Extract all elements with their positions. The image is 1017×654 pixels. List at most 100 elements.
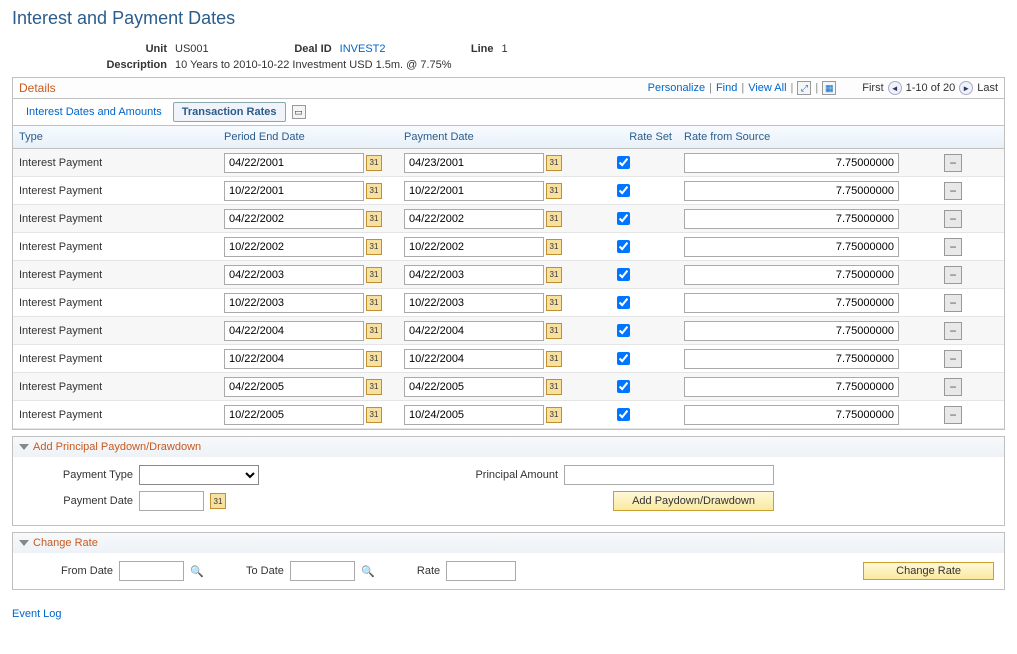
change-rate-button[interactable]: Change Rate <box>863 562 994 580</box>
payment-date-input[interactable] <box>404 265 544 285</box>
first-label[interactable]: First <box>862 82 883 94</box>
calendar-icon[interactable]: 31 <box>546 351 562 367</box>
calendar-icon[interactable]: 31 <box>546 295 562 311</box>
period-end-input[interactable] <box>224 209 364 229</box>
period-end-input[interactable] <box>224 237 364 257</box>
calendar-icon[interactable]: 31 <box>366 155 382 171</box>
rate-set-checkbox[interactable] <box>617 156 630 169</box>
rate-from-input[interactable] <box>684 377 899 397</box>
delete-row-button[interactable]: − <box>944 210 962 228</box>
event-log-link[interactable]: Event Log <box>12 608 62 620</box>
rate-from-input[interactable] <box>684 181 899 201</box>
col-rate-set[interactable]: Rate Set <box>568 126 678 148</box>
period-end-input[interactable] <box>224 181 364 201</box>
rate-from-input[interactable] <box>684 265 899 285</box>
rate-from-input[interactable] <box>684 237 899 257</box>
find-link[interactable]: Find <box>716 82 737 94</box>
delete-row-button[interactable]: − <box>944 406 962 424</box>
calendar-icon[interactable]: 31 <box>366 379 382 395</box>
delete-row-button[interactable]: − <box>944 378 962 396</box>
col-period-end[interactable]: Period End Date <box>218 126 398 148</box>
calendar-icon[interactable]: 31 <box>546 379 562 395</box>
principal-input[interactable] <box>564 465 774 485</box>
rate-set-checkbox[interactable] <box>617 296 630 309</box>
calendar-icon[interactable]: 31 <box>366 323 382 339</box>
rate-from-input[interactable] <box>684 293 899 313</box>
period-end-input[interactable] <box>224 293 364 313</box>
rate-set-checkbox[interactable] <box>617 184 630 197</box>
calendar-icon[interactable]: 31 <box>546 407 562 423</box>
calendar-icon[interactable]: 31 <box>366 351 382 367</box>
payment-date-input[interactable] <box>404 181 544 201</box>
to-date-input[interactable] <box>290 561 355 581</box>
rate-set-checkbox[interactable] <box>617 240 630 253</box>
calendar-icon[interactable]: 31 <box>366 239 382 255</box>
personalize-link[interactable]: Personalize <box>648 82 705 94</box>
deal-value[interactable]: INVEST2 <box>340 43 386 55</box>
calendar-icon[interactable]: 31 <box>546 211 562 227</box>
rate-from-input[interactable] <box>684 405 899 425</box>
payment-date-input[interactable] <box>404 293 544 313</box>
payment-date-input[interactable] <box>139 491 204 511</box>
zoom-icon[interactable]: ⤢ <box>797 81 811 95</box>
view-all-link[interactable]: View All <box>748 82 786 94</box>
calendar-icon[interactable]: 31 <box>366 183 382 199</box>
payment-type-select[interactable] <box>139 465 259 485</box>
calendar-icon[interactable]: 31 <box>366 407 382 423</box>
calendar-icon[interactable]: 31 <box>546 239 562 255</box>
delete-row-button[interactable]: − <box>944 182 962 200</box>
tab-interest-dates[interactable]: Interest Dates and Amounts <box>17 102 171 122</box>
change-rate-header[interactable]: Change Rate <box>13 533 1004 553</box>
payment-date-input[interactable] <box>404 321 544 341</box>
rate-from-input[interactable] <box>684 153 899 173</box>
rate-from-input[interactable] <box>684 321 899 341</box>
rate-set-checkbox[interactable] <box>617 324 630 337</box>
calendar-icon[interactable]: 31 <box>366 295 382 311</box>
period-end-input[interactable] <box>224 377 364 397</box>
prev-icon[interactable]: ◄ <box>888 81 902 95</box>
from-date-input[interactable] <box>119 561 184 581</box>
calendar-icon[interactable]: 31 <box>366 211 382 227</box>
col-rate-from[interactable]: Rate from Source <box>678 126 938 148</box>
calendar-icon[interactable]: 31 <box>546 155 562 171</box>
last-label[interactable]: Last <box>977 82 998 94</box>
col-payment-date[interactable]: Payment Date <box>398 126 568 148</box>
delete-row-button[interactable]: − <box>944 238 962 256</box>
payment-date-input[interactable] <box>404 349 544 369</box>
lookup-icon[interactable]: 🔍 <box>361 564 375 578</box>
rate-set-checkbox[interactable] <box>617 268 630 281</box>
col-type[interactable]: Type <box>13 126 218 148</box>
calendar-icon[interactable]: 31 <box>546 183 562 199</box>
add-paydown-button[interactable]: Add Paydown/Drawdown <box>613 491 774 511</box>
delete-row-button[interactable]: − <box>944 322 962 340</box>
period-end-input[interactable] <box>224 265 364 285</box>
period-end-input[interactable] <box>224 321 364 341</box>
lookup-icon[interactable]: 🔍 <box>190 564 204 578</box>
rate-from-input[interactable] <box>684 349 899 369</box>
delete-row-button[interactable]: − <box>944 154 962 172</box>
payment-date-input[interactable] <box>404 237 544 257</box>
show-all-columns-icon[interactable]: ▭ <box>292 105 306 119</box>
payment-date-input[interactable] <box>404 405 544 425</box>
period-end-input[interactable] <box>224 405 364 425</box>
next-icon[interactable]: ► <box>959 81 973 95</box>
delete-row-button[interactable]: − <box>944 294 962 312</box>
rate-set-checkbox[interactable] <box>617 352 630 365</box>
period-end-input[interactable] <box>224 153 364 173</box>
delete-row-button[interactable]: − <box>944 266 962 284</box>
paydown-header[interactable]: Add Principal Paydown/Drawdown <box>13 437 1004 457</box>
payment-date-input[interactable] <box>404 153 544 173</box>
calendar-icon[interactable]: 31 <box>210 493 226 509</box>
calendar-icon[interactable]: 31 <box>546 323 562 339</box>
delete-row-button[interactable]: − <box>944 350 962 368</box>
tab-transaction-rates[interactable]: Transaction Rates <box>173 102 286 122</box>
payment-date-input[interactable] <box>404 377 544 397</box>
period-end-input[interactable] <box>224 349 364 369</box>
rate-from-input[interactable] <box>684 209 899 229</box>
rate-set-checkbox[interactable] <box>617 212 630 225</box>
rate-set-checkbox[interactable] <box>617 408 630 421</box>
download-icon[interactable]: ▦ <box>822 81 836 95</box>
calendar-icon[interactable]: 31 <box>546 267 562 283</box>
calendar-icon[interactable]: 31 <box>366 267 382 283</box>
rate-input[interactable] <box>446 561 516 581</box>
